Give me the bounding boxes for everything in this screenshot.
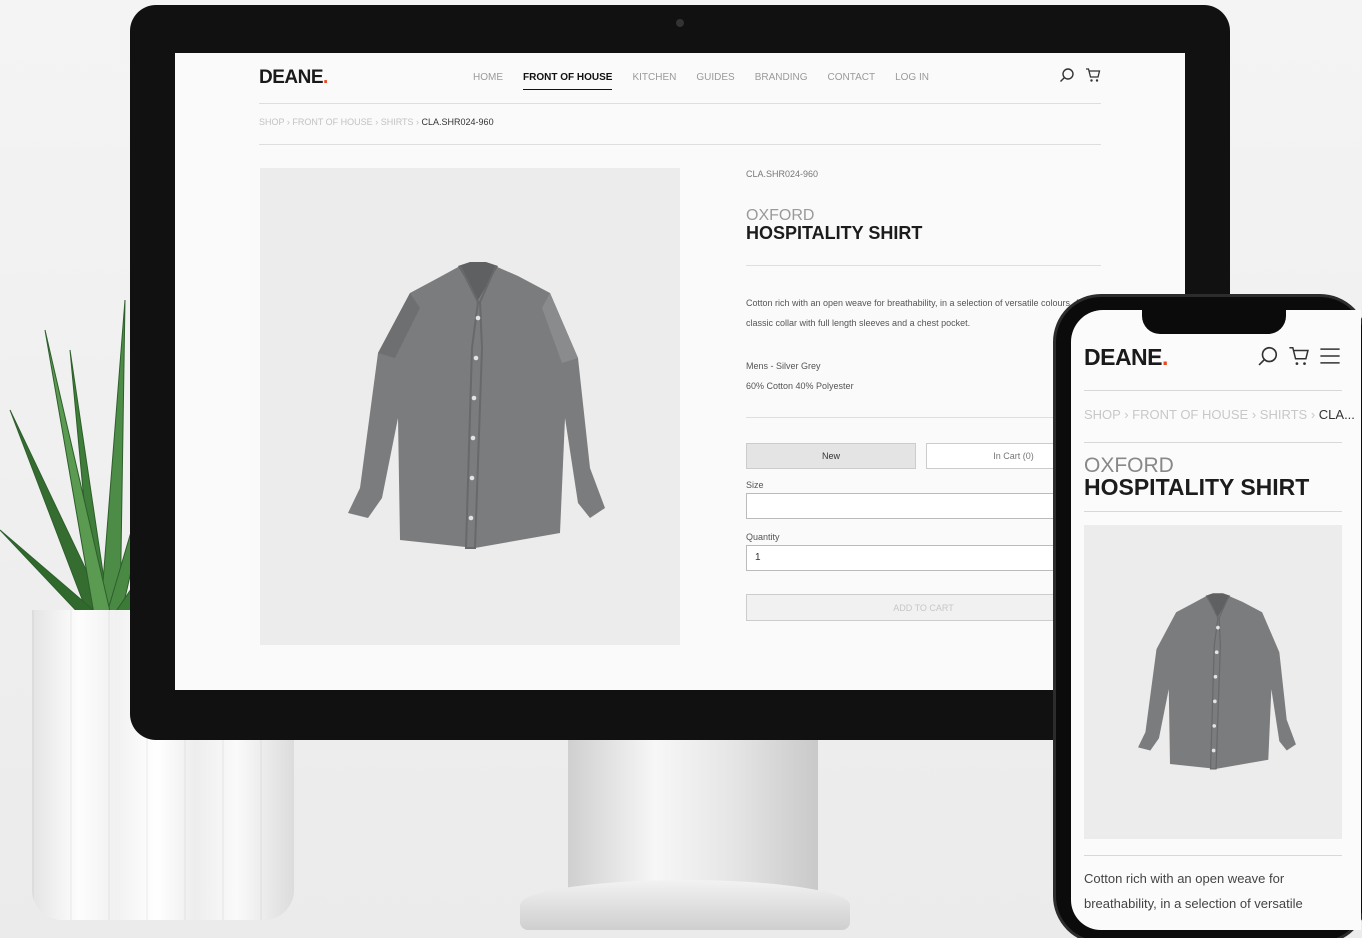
breadcrumb-shirts[interactable]: SHIRTS xyxy=(381,117,414,127)
nav-item-log-in[interactable]: LOG IN xyxy=(895,72,929,90)
breadcrumb-separator: › xyxy=(413,117,422,127)
monitor-base xyxy=(520,880,850,930)
desktop-screen: DEANE. HOME FRONT OF HOUSE KITCHEN GUIDE… xyxy=(175,53,1185,690)
monitor-stand xyxy=(568,738,818,898)
search-icon[interactable] xyxy=(1257,345,1279,367)
title-divider xyxy=(746,265,1101,266)
cart-icon[interactable] xyxy=(1288,345,1310,367)
meta-divider xyxy=(746,417,1101,418)
header-divider xyxy=(259,103,1101,104)
main-nav: HOME FRONT OF HOUSE KITCHEN GUIDES BRAND… xyxy=(473,72,929,90)
mobile-product-image[interactable] xyxy=(1084,525,1342,839)
nav-item-branding[interactable]: BRANDING xyxy=(755,72,808,90)
mobile-breadcrumb-front-of-house[interactable]: FRONT OF HOUSE xyxy=(1132,407,1248,422)
size-label: Size xyxy=(746,480,764,490)
mobile-header-icons xyxy=(1257,345,1341,367)
product-variant: Mens - Silver Grey xyxy=(746,361,821,371)
breadcrumb: SHOP › FRONT OF HOUSE › SHIRTS › CLA.SHR… xyxy=(259,117,494,127)
nav-item-kitchen[interactable]: KITCHEN xyxy=(632,72,676,90)
phone-notch xyxy=(1142,306,1286,334)
product-composition: 60% Cotton 40% Polyester xyxy=(746,381,854,391)
camera-icon xyxy=(676,19,684,27)
nav-item-guides[interactable]: GUIDES xyxy=(696,72,734,90)
mobile-product-title: HOSPITALITY SHIRT xyxy=(1084,474,1310,500)
breadcrumb-separator: › xyxy=(1120,407,1133,422)
mobile-brand-logo[interactable]: DEANE. xyxy=(1084,344,1168,371)
breadcrumb-divider xyxy=(259,144,1101,145)
brand-logo[interactable]: DEANE. xyxy=(259,67,328,89)
mobile-header-divider xyxy=(1084,390,1342,391)
breadcrumb-separator: › xyxy=(1307,407,1319,422)
quantity-label: Quantity xyxy=(746,532,780,542)
mobile-image-divider xyxy=(1084,855,1342,856)
breadcrumb-front-of-house[interactable]: FRONT OF HOUSE xyxy=(292,117,372,127)
search-icon[interactable] xyxy=(1059,67,1075,83)
cart-icon[interactable] xyxy=(1085,67,1101,83)
size-field[interactable] xyxy=(746,493,1101,519)
mobile-breadcrumb: SHOP › FRONT OF HOUSE › SHIRTS › CLA... xyxy=(1084,407,1355,422)
add-to-cart-button[interactable]: ADD TO CART xyxy=(746,594,1101,621)
nav-item-front-of-house[interactable]: FRONT OF HOUSE xyxy=(523,72,613,90)
breadcrumb-current: CLA.SHR024-960 xyxy=(421,117,494,127)
mobile-breadcrumb-divider xyxy=(1084,442,1342,443)
breadcrumb-shop[interactable]: SHOP xyxy=(259,117,284,127)
product-meta: Mens - Silver Grey 60% Cotton 40% Polyes… xyxy=(746,356,854,396)
mobile-product-description: Cotton rich with an open weave for breat… xyxy=(1084,871,1303,911)
product-sku: CLA.SHR024-960 xyxy=(746,169,819,179)
header-icons xyxy=(1059,67,1101,83)
hamburger-icon[interactable] xyxy=(1319,345,1341,367)
mobile-title-divider xyxy=(1084,511,1342,512)
product-image[interactable] xyxy=(260,168,680,645)
nav-item-home[interactable]: HOME xyxy=(473,72,503,90)
mobile-breadcrumb-current: CLA... xyxy=(1318,407,1355,422)
product-title: HOSPITALITY SHIRT xyxy=(746,223,923,243)
breadcrumb-separator: › xyxy=(1248,407,1260,422)
nav-item-contact[interactable]: CONTACT xyxy=(828,72,876,90)
breadcrumb-separator: › xyxy=(372,117,381,127)
shirt-illustration xyxy=(348,262,605,549)
mobile-breadcrumb-shirts[interactable]: SHIRTS xyxy=(1260,407,1307,422)
product-description: Cotton rich with an open weave for breat… xyxy=(746,298,1081,328)
shirt-illustration xyxy=(1138,593,1296,770)
quantity-field[interactable]: 1 xyxy=(746,545,1101,571)
new-button[interactable]: New xyxy=(746,443,916,469)
mobile-screen: DEANE. SHOP › FRONT OF HOUSE › SHIRTS › … xyxy=(1071,310,1361,930)
mobile-breadcrumb-shop[interactable]: SHOP xyxy=(1084,407,1121,422)
